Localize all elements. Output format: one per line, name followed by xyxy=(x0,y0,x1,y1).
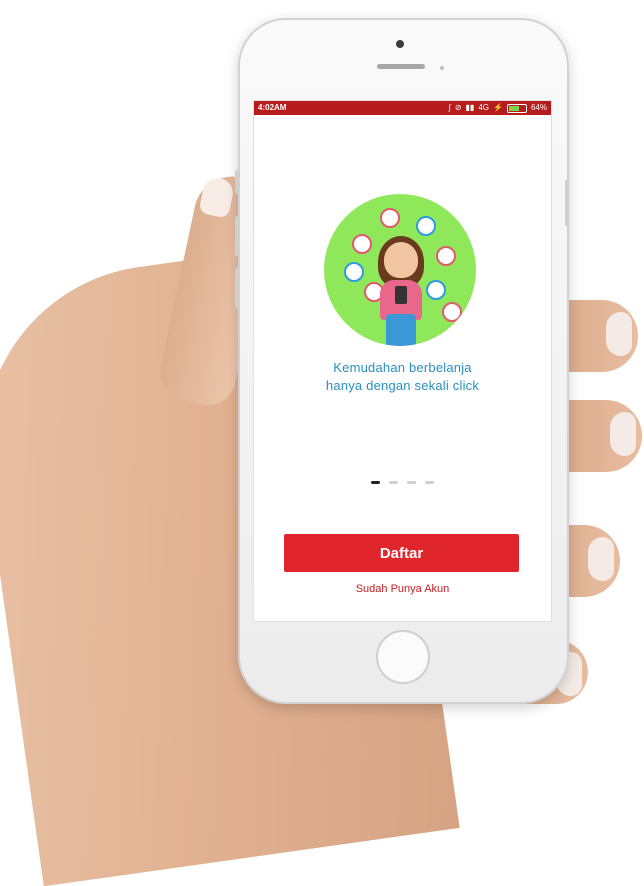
avatar-icon xyxy=(344,262,364,282)
page-indicator xyxy=(254,481,551,484)
avatar-icon xyxy=(416,216,436,236)
page-dot[interactable] xyxy=(371,481,380,484)
character-legs xyxy=(386,314,416,346)
proximity-sensor xyxy=(440,66,444,70)
phone-earpiece xyxy=(377,64,425,69)
register-button[interactable]: Daftar xyxy=(284,534,519,572)
charging-icon: ⚡ xyxy=(493,103,503,112)
status-bar: 4:02AM ∫ ⊘ ▮▮ 4G ⚡ 64% xyxy=(254,101,551,115)
status-time: 4:02AM xyxy=(258,103,287,112)
phone-mute-switch xyxy=(235,170,239,194)
front-camera xyxy=(396,40,404,48)
page-dot[interactable] xyxy=(389,481,398,484)
avatar-icon xyxy=(352,234,372,254)
avatar-icon xyxy=(442,302,462,322)
character-phone-icon xyxy=(395,286,407,304)
network-type: 4G xyxy=(478,103,490,112)
page-dot[interactable] xyxy=(425,481,434,484)
app-screen: 4:02AM ∫ ⊘ ▮▮ 4G ⚡ 64% Kemudahan berbela… xyxy=(253,100,552,622)
avatar-icon xyxy=(436,246,456,266)
phone-volume-up xyxy=(235,216,239,256)
status-icons: ∫ ⊘ ▮▮ 4G ⚡ 64% xyxy=(449,101,547,115)
login-link[interactable]: Sudah Punya Akun xyxy=(254,583,551,595)
avatar-icon xyxy=(426,280,446,300)
page-dot[interactable] xyxy=(407,481,416,484)
phone-power-button xyxy=(565,180,569,226)
avatar-icon xyxy=(380,208,400,228)
signal-icon: ▮▮ xyxy=(465,103,475,112)
battery-percent: 64% xyxy=(530,103,547,112)
tagline-line-1: Kemudahan berbelanja xyxy=(333,360,472,375)
battery-icon xyxy=(506,103,527,113)
tagline-line-2: hanya dengan sekali click xyxy=(325,378,480,393)
home-button[interactable] xyxy=(376,630,430,684)
onboarding-tagline: Kemudahan berbelanja hanya dengan sekali… xyxy=(254,359,551,395)
bluetooth-icon: ∫ xyxy=(448,103,451,112)
character-face xyxy=(384,242,418,278)
phone-device: 4:02AM ∫ ⊘ ▮▮ 4G ⚡ 64% Kemudahan berbela… xyxy=(235,18,569,704)
phone-volume-down xyxy=(235,268,239,308)
onboarding-illustration xyxy=(324,194,476,346)
mute-icon: ⊘ xyxy=(454,103,462,112)
